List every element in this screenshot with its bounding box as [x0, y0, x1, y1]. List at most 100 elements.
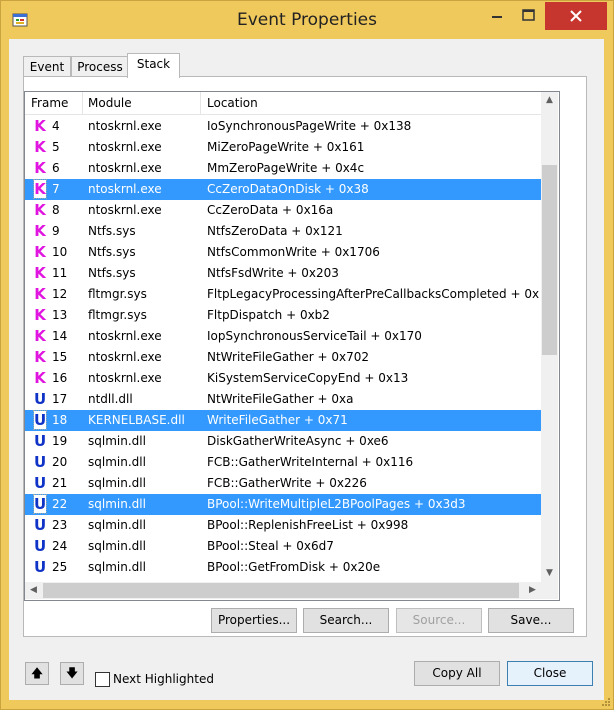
- module-cell: ntoskrnl.exe: [88, 161, 162, 175]
- kernel-frame-icon: K: [34, 159, 46, 177]
- frame-cell: 12: [52, 287, 68, 301]
- list-header: Frame Module Location: [25, 92, 541, 115]
- source-button[interactable]: Source...: [396, 608, 482, 633]
- scroll-left-arrow-icon[interactable]: ◀: [25, 582, 42, 599]
- frame-cell: 21: [52, 476, 68, 490]
- scrollbar-corner: [541, 582, 558, 599]
- table-row[interactable]: K 4 ntoskrnl.exe IoSynchronousPageWrite + 0…: [25, 116, 541, 137]
- stack-list[interactable]: Frame Module Location K 4 ntoskrnl.exe IoSy…: [24, 91, 560, 601]
- frame-cell: 4: [52, 119, 60, 133]
- horizontal-scroll-thumb[interactable]: [43, 583, 519, 598]
- location-cell: BPool::WriteMultipleL2BPoolPages + 0x3d3: [207, 497, 466, 511]
- module-cell: ntoskrnl.exe: [88, 119, 162, 133]
- maximize-button[interactable]: [514, 2, 544, 30]
- user-frame-icon: U: [34, 516, 47, 534]
- table-row[interactable]: K 5 ntoskrnl.exe MiZeroPageWrite + 0x161: [25, 137, 541, 158]
- frame-cell: 9: [52, 224, 60, 238]
- location-cell: FltpLegacyProcessingAfterPreCallbacksCom…: [207, 287, 540, 301]
- module-cell: ntoskrnl.exe: [88, 140, 162, 154]
- table-row[interactable]: K 10 Ntfs.sys NtfsCommonWrite + 0x1706: [25, 242, 541, 263]
- location-cell: IoSynchronousPageWrite + 0x138: [207, 119, 412, 133]
- kernel-frame-icon: K: [34, 306, 46, 324]
- copy-all-button[interactable]: Copy All: [414, 661, 500, 686]
- column-header-frame[interactable]: Frame: [31, 96, 68, 110]
- minimize-button[interactable]: [482, 2, 512, 30]
- save-button[interactable]: Save...: [488, 608, 574, 633]
- user-frame-icon: U: [34, 558, 47, 576]
- frame-cell: 24: [52, 539, 68, 553]
- close-window-button[interactable]: [545, 2, 607, 30]
- module-cell: ntoskrnl.exe: [88, 182, 162, 196]
- table-row[interactable]: K 11 Ntfs.sys NtfsFsdWrite + 0x203: [25, 263, 541, 284]
- table-row[interactable]: K 6 ntoskrnl.exe MmZeroPageWrite + 0x4c: [25, 158, 541, 179]
- scroll-down-arrow-icon[interactable]: ▼: [541, 565, 558, 582]
- module-cell: sqlmin.dll: [88, 455, 146, 469]
- column-header-location[interactable]: Location: [207, 96, 258, 110]
- table-row[interactable]: K 7 ntoskrnl.exe CcZeroDataOnDisk + 0x38: [25, 179, 541, 200]
- user-frame-icon: U: [34, 432, 47, 450]
- frame-cell: 14: [52, 329, 68, 343]
- down-arrow-button[interactable]: 🡇: [60, 662, 84, 685]
- down-arrow-icon: 🡇: [65, 666, 79, 680]
- table-row[interactable]: U 17 ntdll.dll NtWriteFileGather + 0xa: [25, 389, 541, 410]
- column-divider[interactable]: [82, 92, 83, 114]
- tab-process[interactable]: Process: [71, 56, 129, 77]
- kernel-frame-icon: K: [34, 138, 46, 156]
- vertical-scroll-thumb[interactable]: [542, 165, 557, 355]
- up-arrow-icon: 🡅: [30, 666, 44, 680]
- kernel-frame-icon: K: [34, 327, 46, 345]
- kernel-frame-icon: K: [33, 179, 47, 199]
- scroll-right-arrow-icon[interactable]: ▶: [524, 582, 541, 599]
- module-cell: ntoskrnl.exe: [88, 371, 162, 385]
- table-row[interactable]: U 22 sqlmin.dll BPool::WriteMultipleL2BPool…: [25, 494, 541, 515]
- kernel-frame-icon: K: [34, 201, 46, 219]
- table-row[interactable]: U 20 sqlmin.dll FCB::GatherWriteInternal + …: [25, 452, 541, 473]
- event-properties-window: Event Properties Event Process Stack Fra…: [0, 0, 614, 710]
- table-row[interactable]: U 23 sqlmin.dll BPool::ReplenishFreeList + …: [25, 515, 541, 536]
- table-row[interactable]: K 12 fltmgr.sys FltpLegacyProcessingAfterPr…: [25, 284, 541, 305]
- table-row[interactable]: K 14 ntoskrnl.exe IopSynchronousServiceTail…: [25, 326, 541, 347]
- location-cell: BPool::GetFromDisk + 0x20e: [207, 560, 381, 574]
- tab-stack[interactable]: Stack: [127, 53, 180, 78]
- table-row[interactable]: K 13 fltmgr.sys FltpDispatch + 0xb2: [25, 305, 541, 326]
- kernel-frame-icon: K: [34, 348, 46, 366]
- title-bar[interactable]: Event Properties: [1, 1, 613, 39]
- location-cell: BPool::Steal + 0x6d7: [207, 539, 334, 553]
- frame-cell: 18: [52, 413, 68, 427]
- frame-cell: 23: [52, 518, 68, 532]
- table-row[interactable]: U 24 sqlmin.dll BPool::Steal + 0x6d7: [25, 536, 541, 557]
- scroll-up-arrow-icon[interactable]: ▲: [541, 92, 558, 109]
- location-cell: FCB::GatherWriteInternal + 0x116: [207, 455, 414, 469]
- frame-cell: 10: [52, 245, 68, 259]
- next-highlighted-checkbox[interactable]: [95, 672, 110, 687]
- vertical-scrollbar[interactable]: ▲ ▼: [541, 92, 558, 582]
- frame-cell: 19: [52, 434, 68, 448]
- table-row[interactable]: K 8 ntoskrnl.exe CcZeroData + 0x16a: [25, 200, 541, 221]
- location-cell: MmZeroPageWrite + 0x4c: [207, 161, 365, 175]
- module-cell: Ntfs.sys: [88, 245, 136, 259]
- search-button[interactable]: Search...: [303, 608, 389, 633]
- module-cell: ntoskrnl.exe: [88, 350, 162, 364]
- table-row[interactable]: K 9 Ntfs.sys NtfsZeroData + 0x121: [25, 221, 541, 242]
- close-button[interactable]: Close: [507, 661, 593, 686]
- user-frame-icon: U: [34, 474, 47, 492]
- table-row[interactable]: U 18 KERNELBASE.dll WriteFileGather + 0x71: [25, 410, 541, 431]
- module-cell: sqlmin.dll: [88, 434, 146, 448]
- location-cell: NtfsZeroData + 0x121: [207, 224, 343, 238]
- column-divider[interactable]: [200, 92, 201, 114]
- frame-cell: 13: [52, 308, 68, 322]
- module-cell: KERNELBASE.dll: [88, 413, 185, 427]
- up-arrow-button[interactable]: 🡅: [25, 662, 49, 685]
- table-row[interactable]: K 15 ntoskrnl.exe NtWriteFileGather + 0x702: [25, 347, 541, 368]
- tab-event[interactable]: Event: [23, 56, 71, 77]
- table-row[interactable]: K 16 ntoskrnl.exe KiSystemServiceCopyEnd + …: [25, 368, 541, 389]
- location-cell: CcZeroDataOnDisk + 0x38: [207, 182, 369, 196]
- table-row[interactable]: U 25 sqlmin.dll BPool::GetFromDisk + 0x20e: [25, 557, 541, 578]
- horizontal-scrollbar[interactable]: ◀ ▶: [25, 582, 541, 599]
- column-header-module[interactable]: Module: [88, 96, 132, 110]
- table-row[interactable]: U 19 sqlmin.dll DiskGatherWriteAsync + 0xe6: [25, 431, 541, 452]
- table-row[interactable]: U 21 sqlmin.dll FCB::GatherWrite + 0x226: [25, 473, 541, 494]
- resize-grip-icon[interactable]: [601, 697, 611, 707]
- properties-button[interactable]: Properties...: [211, 608, 297, 633]
- frame-cell: 5: [52, 140, 60, 154]
